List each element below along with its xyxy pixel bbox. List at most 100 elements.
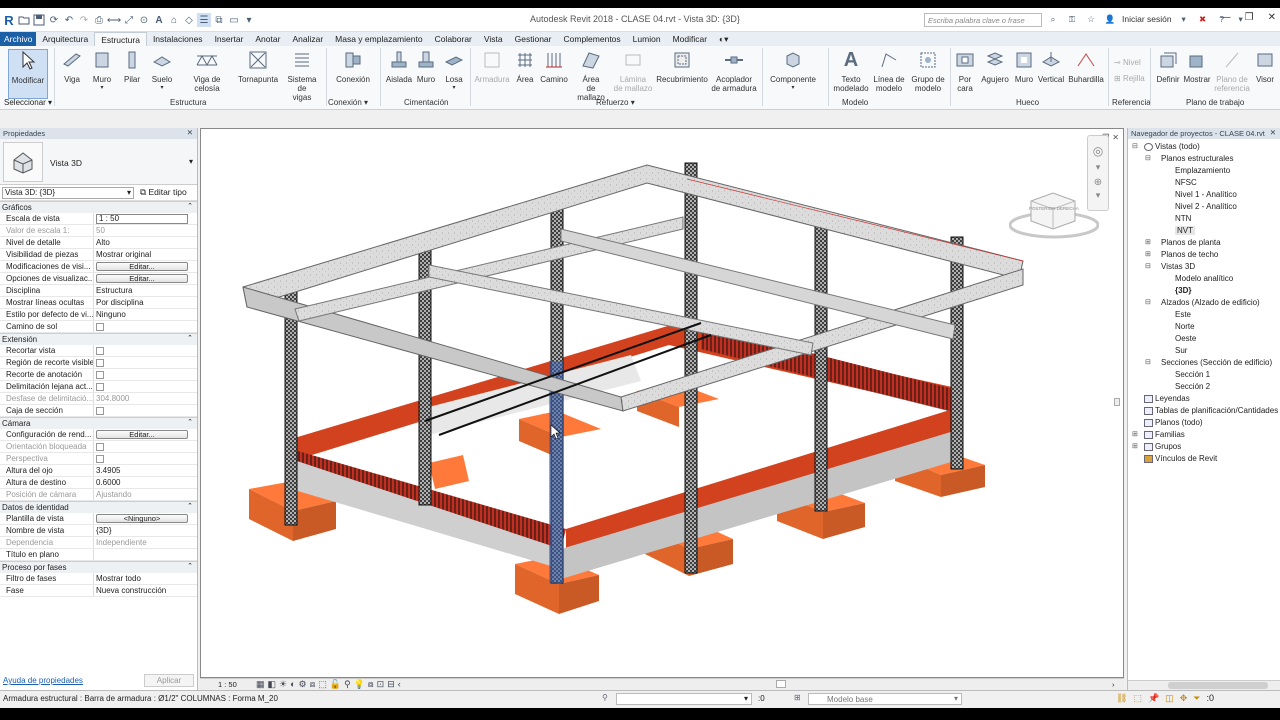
constraints-icon[interactable]: ⊟ — [387, 679, 395, 690]
property-value[interactable] — [94, 405, 197, 416]
tree-item[interactable]: ⊞ Familias — [1128, 429, 1280, 441]
by-face-button[interactable]: Por cara — [954, 49, 976, 93]
tree-item[interactable]: Tablas de planificación/Cantidades — [1128, 405, 1280, 417]
rebar-button[interactable]: Armadura — [474, 49, 510, 84]
component-button[interactable]: Componente ▾ — [768, 49, 818, 93]
browser-scroll-thumb[interactable] — [1168, 682, 1268, 689]
worksharing-icon[interactable]: ⚲ — [602, 693, 608, 702]
tree-item[interactable]: ⊞ Planos de planta — [1128, 237, 1280, 249]
view-selector-dropdown[interactable]: Vista 3D: {3D} ▾ — [2, 187, 134, 199]
tree-toggle-icon[interactable]: ⊟ — [1145, 298, 1151, 306]
tab-vista[interactable]: Vista — [478, 32, 509, 46]
close-icon[interactable]: ✕ — [1112, 133, 1119, 142]
edit-button[interactable]: Editar... — [96, 274, 188, 283]
property-value[interactable] — [94, 381, 197, 392]
tree-toggle-icon[interactable]: ⊟ — [1145, 358, 1151, 366]
view-scale-input[interactable]: 1 : 50 — [96, 214, 188, 224]
property-row[interactable]: Dependencia Independiente — [0, 537, 197, 549]
property-row[interactable]: Perspectiva — [0, 453, 197, 465]
lock-3d-icon[interactable]: 🔓 — [330, 679, 341, 690]
property-value[interactable]: 304.8000 — [94, 393, 197, 404]
sync-icon[interactable]: ⟳ — [47, 13, 61, 27]
property-row[interactable]: Mostrar líneas ocultas Por disciplina — [0, 297, 197, 309]
tree-item[interactable]: ⊟ Vistas (todo) — [1128, 141, 1280, 153]
tree-item[interactable]: Este — [1128, 309, 1280, 321]
measure-icon[interactable]: ⟷ — [107, 13, 121, 27]
beam-button[interactable]: Viga — [60, 49, 84, 84]
property-value[interactable]: Independiente — [94, 537, 197, 548]
property-value[interactable]: 50 — [94, 225, 197, 236]
property-value[interactable] — [94, 441, 197, 452]
model-text-button[interactable]: A Texto modelado — [832, 49, 870, 94]
tree-toggle-icon[interactable]: ⊞ — [1132, 430, 1138, 438]
property-value[interactable]: Mostrar original — [94, 249, 197, 260]
property-row[interactable]: Opciones de visualizac... Editar... — [0, 273, 197, 285]
property-value[interactable] — [94, 321, 197, 332]
switch-windows-icon[interactable]: ▭ — [227, 13, 241, 27]
property-row[interactable]: Delimitación lejana act... — [0, 381, 197, 393]
tree-item[interactable]: Vínculos de Revit — [1128, 453, 1280, 465]
wall-opening-button[interactable]: Muro — [1012, 49, 1036, 84]
design-options-icon[interactable]: ⊞ — [794, 693, 801, 702]
favorites-icon[interactable]: ☆ — [1084, 12, 1098, 26]
tree-toggle-icon[interactable]: ⊟ — [1145, 262, 1151, 270]
property-row[interactable]: Disciplina Estructura — [0, 285, 197, 297]
3d-viewport[interactable]: ▭ ❐ ✕ POSTERIOR DERECHA — [200, 128, 1124, 678]
property-value[interactable]: 3.4905 — [94, 465, 197, 476]
edit-type-button[interactable]: ⧉ Editar tipo — [140, 187, 187, 198]
dormer-button[interactable]: Buhardilla — [1066, 49, 1106, 84]
tree-toggle-icon[interactable]: ⊞ — [1145, 250, 1151, 258]
column-button[interactable]: Pilar — [121, 49, 143, 84]
edit-button[interactable]: <Ninguno> — [96, 514, 188, 523]
revit-logo-icon[interactable]: R — [2, 13, 16, 28]
tab-estructura[interactable]: Estructura — [94, 32, 147, 46]
tree-item[interactable]: Norte — [1128, 321, 1280, 333]
tree-item[interactable]: ⊞ Grupos — [1128, 441, 1280, 453]
steering-wheel-icon[interactable]: ◎ — [1088, 144, 1108, 158]
property-value[interactable]: 1 : 50 — [94, 213, 197, 224]
tab-arquitectura[interactable]: Arquitectura — [36, 32, 94, 46]
tag-icon[interactable]: ⊙ — [137, 13, 151, 27]
tab-modificar[interactable]: Modificar — [667, 32, 713, 46]
wall-button[interactable]: Muro ▾ — [90, 49, 114, 93]
vertical-opening-button[interactable]: Vertical — [1036, 49, 1066, 84]
collapse-icon[interactable]: ⌃ — [187, 418, 193, 426]
exchange-icon[interactable]: ✖ — [1196, 12, 1210, 26]
property-value[interactable]: Estructura — [94, 285, 197, 296]
redo-icon[interactable]: ↷ — [77, 13, 91, 27]
property-checkbox[interactable] — [96, 455, 104, 463]
property-value[interactable]: Editar... — [94, 261, 197, 272]
property-value[interactable]: Ninguno — [94, 309, 197, 320]
beam-system-button[interactable]: Sistema de vigas — [282, 49, 322, 102]
property-checkbox[interactable] — [96, 443, 104, 451]
property-value[interactable] — [94, 453, 197, 464]
property-checkbox[interactable] — [96, 407, 104, 415]
render-icon[interactable]: ⚙ — [299, 679, 307, 690]
viewport-scroll-handle[interactable] — [1114, 398, 1120, 406]
property-row[interactable]: Fase Nueva construcción — [0, 585, 197, 597]
zoom-icon[interactable]: ⊕ — [1088, 177, 1108, 188]
tree-item[interactable]: Modelo analítico — [1128, 273, 1280, 285]
panel-toggle-icon[interactable]: ◐▾ — [713, 32, 734, 46]
property-value[interactable] — [94, 357, 197, 368]
filter-icon[interactable]: ⏷ — [1193, 693, 1200, 704]
tab-anotar[interactable]: Anotar — [249, 32, 286, 46]
tab-lumion[interactable]: Lumion — [627, 32, 667, 46]
section-camara[interactable]: Cámara ⌃ — [0, 417, 197, 429]
property-row[interactable]: Posición de cámara Ajustando — [0, 489, 197, 501]
qat-dropdown-icon[interactable]: ▾ — [242, 13, 256, 27]
tree-item[interactable]: ⊟ Alzados (Alzado de edificio) — [1128, 297, 1280, 309]
property-value[interactable] — [94, 549, 197, 560]
search-icon[interactable]: ⌕ — [1046, 12, 1060, 26]
thin-lines-icon[interactable]: ☰ — [197, 13, 211, 27]
tree-item[interactable]: Sección 1 — [1128, 369, 1280, 381]
tree-item[interactable]: Emplazamiento — [1128, 165, 1280, 177]
property-value[interactable]: Alto — [94, 237, 197, 248]
scroll-left-icon[interactable]: ‹ — [398, 679, 401, 690]
tree-item[interactable]: Nivel 1 - Analítico — [1128, 189, 1280, 201]
minimize-icon[interactable]: — — [1221, 12, 1231, 23]
tree-item[interactable]: NFSC — [1128, 177, 1280, 189]
edit-button[interactable]: Editar... — [96, 262, 188, 271]
property-row[interactable]: Camino de sol — [0, 321, 197, 333]
select-links-icon[interactable]: ⛓ — [1116, 693, 1127, 704]
